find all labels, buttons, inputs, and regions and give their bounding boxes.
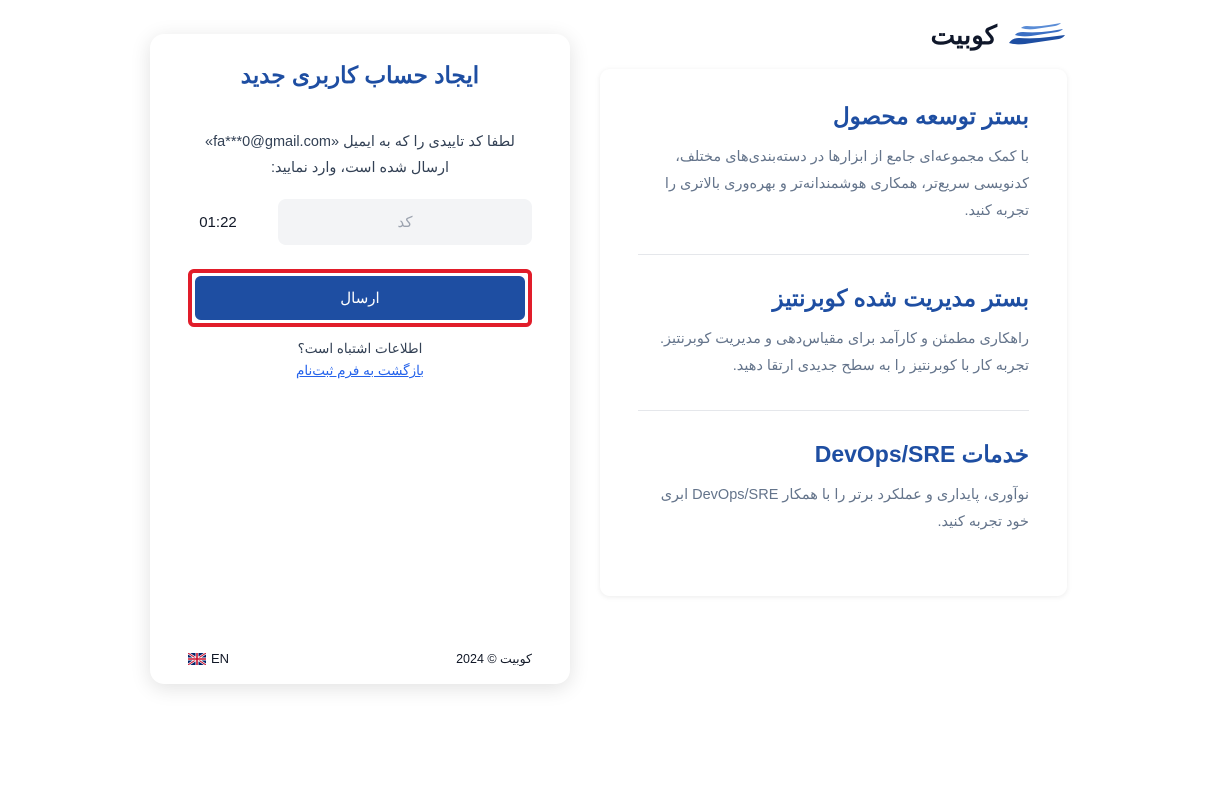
feature-desc: با کمک مجموعه‌ای جامع از ابزارها در دسته… [638,144,1029,224]
instruction-text: لطفا کد تاییدی را که به ایمیل «fa***0@gm… [188,129,532,181]
instruction-prefix: لطفا کد تاییدی را که به ایمیل « [331,134,515,150]
uk-flag-icon [188,653,206,665]
feature-title: بستر توسعه محصول [638,103,1029,130]
signup-card: ایجاد حساب کاربری جدید لطفا کد تاییدی را… [150,34,570,684]
features-panel: بستر توسعه محصول با کمک مجموعه‌ای جامع ا… [600,69,1067,596]
feature-desc: نوآوری، پایداری و عملکرد برتر را با همکا… [638,482,1029,536]
submit-button[interactable]: ارسال [195,276,525,320]
card-title: ایجاد حساب کاربری جدید [188,62,532,89]
back-to-signup-link[interactable]: بازگشت به فرم ثبت‌نام [188,363,532,379]
feature-block: بستر مدیریت شده کوبرنتیز راهکاری مطمئن و… [638,285,1029,380]
boat-icon [1007,21,1067,51]
divider [638,410,1029,411]
countdown-timer: 01:22 [188,214,248,231]
feature-title: بستر مدیریت شده کوبرنتیز [638,285,1029,312]
copyright-text: کوبیت © 2024 [456,651,532,666]
feature-block: بستر توسعه محصول با کمک مجموعه‌ای جامع ا… [638,103,1029,224]
wrong-info-text: اطلاعات اشتباه است؟ [188,341,532,357]
feature-title: خدمات DevOps/SRE [638,441,1029,468]
masked-email: fa***0@gmail.com [213,134,331,150]
feature-block: خدمات DevOps/SRE نوآوری، پایداری و عملکر… [638,441,1029,536]
brand-logo[interactable]: کوبیت [931,20,1067,51]
divider [638,254,1029,255]
brand-name: کوبیت [931,20,997,51]
language-switch[interactable]: EN [188,651,229,666]
language-label: EN [211,651,229,666]
card-footer: EN کوبیت © 2024 [188,451,532,666]
feature-desc: راهکاری مطمئن و کارآمد برای مقیاس‌دهی و … [638,326,1029,380]
verification-code-input[interactable] [278,199,532,245]
submit-highlight: ارسال [188,269,532,327]
code-row: 01:22 [188,199,532,245]
